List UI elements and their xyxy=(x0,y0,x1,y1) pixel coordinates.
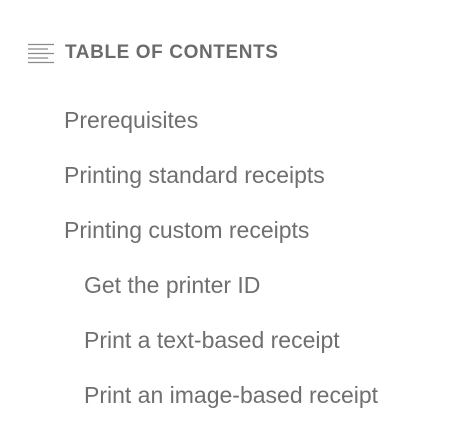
toc-link-print-image-based-receipt[interactable]: Print an image-based receipt xyxy=(84,381,378,409)
list-lines-icon xyxy=(28,43,54,64)
table-of-contents: TABLE OF CONTENTS Prerequisites Printing… xyxy=(0,0,468,448)
toc-link-printing-standard-receipts[interactable]: Printing standard receipts xyxy=(64,161,325,189)
toc-link-printing-custom-receipts[interactable]: Printing custom receipts xyxy=(64,216,309,244)
toc-link-get-printer-id[interactable]: Get the printer ID xyxy=(84,271,260,299)
toc-header: TABLE OF CONTENTS xyxy=(28,40,279,66)
toc-link-prerequisites[interactable]: Prerequisites xyxy=(64,106,198,134)
toc-link-print-text-based-receipt[interactable]: Print a text-based receipt xyxy=(84,326,340,354)
toc-title: TABLE OF CONTENTS xyxy=(65,42,279,63)
